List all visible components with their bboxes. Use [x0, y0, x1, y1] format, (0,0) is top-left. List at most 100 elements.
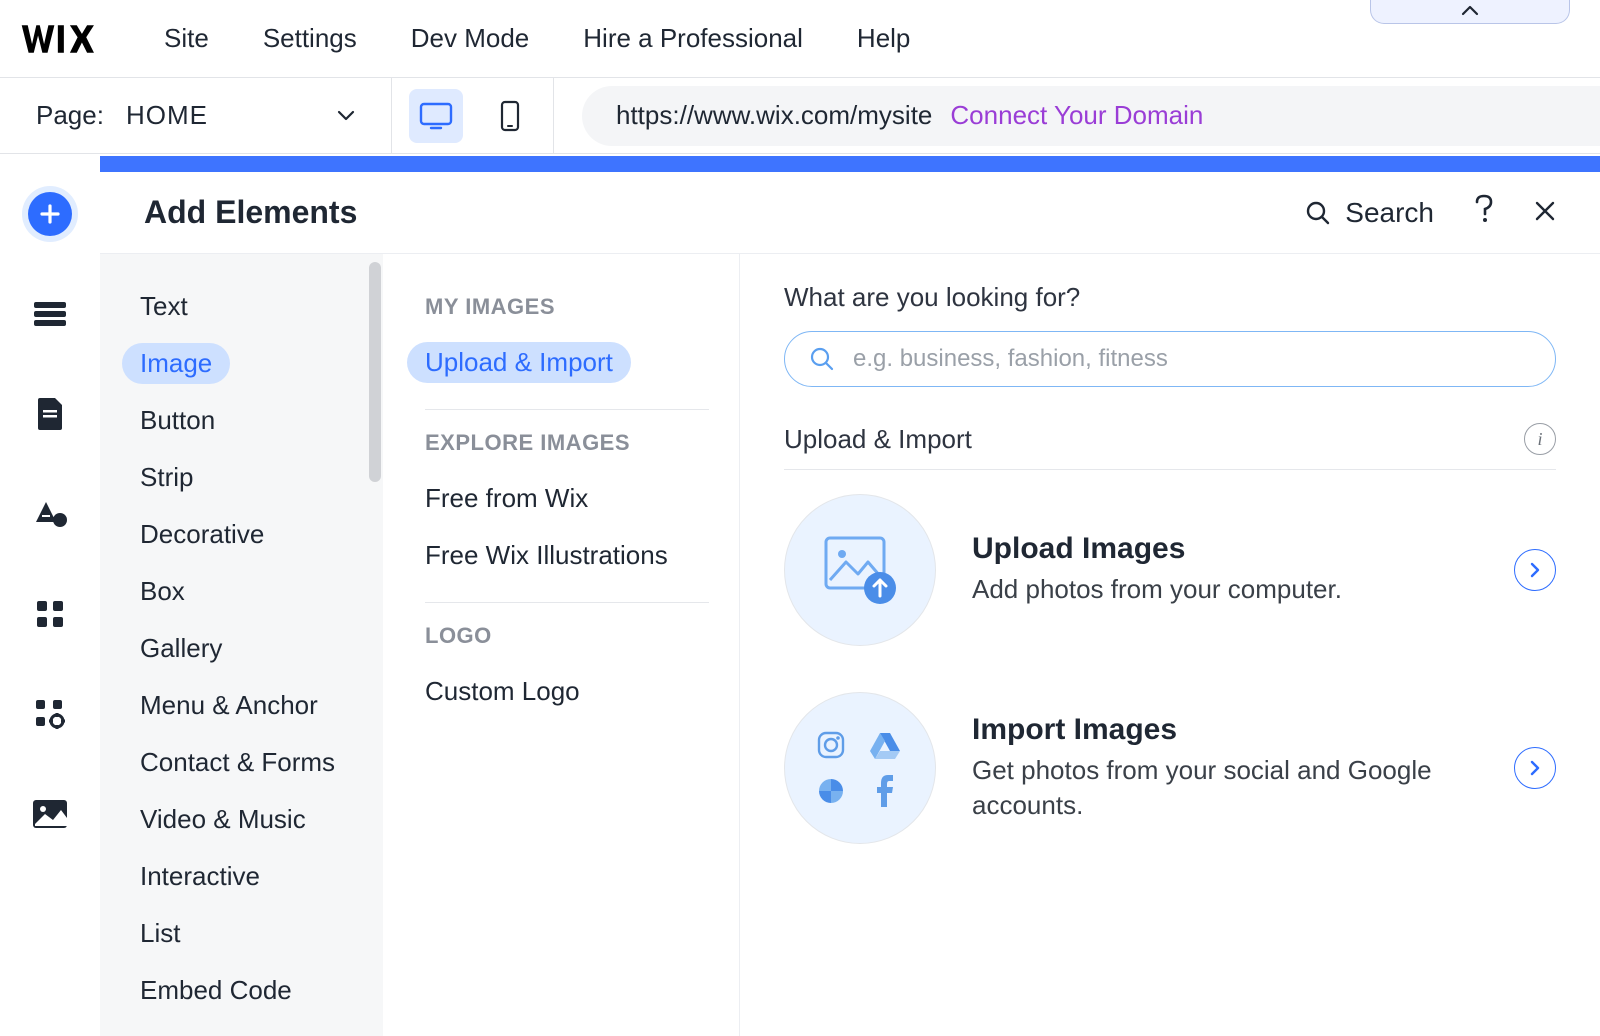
menu-item-hire-professional[interactable]: Hire a Professional — [583, 23, 803, 54]
search-icon — [1305, 200, 1331, 226]
panel-header: Add Elements Search — [100, 172, 1600, 254]
option-text: Import Images Get photos from your socia… — [972, 713, 1478, 823]
upload-images-illustration — [784, 494, 936, 646]
panel-header-actions: Search — [1305, 194, 1556, 231]
import-images-option[interactable]: Import Images Get photos from your socia… — [784, 692, 1556, 844]
page-selector[interactable]: Page: HOME — [0, 78, 392, 153]
close-icon — [1534, 200, 1556, 222]
section-free-from-wix[interactable]: Free from Wix — [425, 470, 709, 527]
category-interactive[interactable]: Interactive — [100, 848, 383, 905]
scrollbar-thumb[interactable] — [369, 262, 381, 482]
collapse-toolbar-button[interactable] — [1370, 0, 1570, 24]
business-tool[interactable] — [22, 686, 78, 742]
categories-column: Text Image Button Strip Decorative Box G… — [100, 254, 383, 1036]
image-search-field[interactable] — [784, 331, 1556, 387]
category-list[interactable]: List — [100, 905, 383, 962]
apps-tool[interactable] — [22, 586, 78, 642]
left-tool-rail — [0, 156, 100, 1036]
info-button[interactable]: i — [1524, 423, 1556, 455]
current-page-name: HOME — [126, 100, 337, 131]
sub-toolbar: Page: HOME https://www.wix.com/mysite Co… — [0, 78, 1600, 154]
section-header-my-images: MY IMAGES — [425, 294, 709, 320]
url-bar: https://www.wix.com/mysite Connect Your … — [582, 86, 1600, 146]
category-image[interactable]: Image — [100, 335, 383, 392]
site-url: https://www.wix.com/mysite — [616, 100, 932, 131]
upload-images-option[interactable]: Upload Images Add photos from your compu… — [784, 494, 1556, 646]
top-menu-bar: Site Settings Dev Mode Hire a Profession… — [0, 0, 1600, 78]
section-custom-logo[interactable]: Custom Logo — [425, 663, 709, 720]
media-icon — [31, 798, 69, 830]
divider — [425, 409, 709, 410]
mobile-view-button[interactable] — [483, 89, 537, 143]
design-tool[interactable] — [22, 486, 78, 542]
divider — [425, 602, 709, 603]
option-text: Upload Images Add photos from your compu… — [972, 532, 1478, 607]
category-contact-forms[interactable]: Contact & Forms — [100, 734, 383, 791]
search-prompt: What are you looking for? — [784, 282, 1556, 313]
category-embed-code[interactable]: Embed Code — [100, 962, 383, 1019]
facebook-icon — [867, 773, 903, 809]
panel-body: Text Image Button Strip Decorative Box G… — [100, 254, 1600, 1036]
image-search-input[interactable] — [853, 345, 1531, 373]
connect-domain-link[interactable]: Connect Your Domain — [950, 100, 1203, 131]
menu-item-dev-mode[interactable]: Dev Mode — [411, 23, 530, 54]
section-icon — [32, 300, 68, 328]
option-title: Upload Images — [972, 532, 1478, 566]
category-box[interactable]: Box — [100, 563, 383, 620]
category-decorative[interactable]: Decorative — [100, 506, 383, 563]
question-icon — [1474, 194, 1494, 224]
page-label: Page: — [36, 100, 104, 131]
chevron-right-icon — [1529, 759, 1541, 777]
apps-icon — [34, 598, 66, 630]
desktop-view-button[interactable] — [409, 89, 463, 143]
sections-tool[interactable] — [22, 286, 78, 342]
upload-images-go-button[interactable] — [1514, 549, 1556, 591]
mobile-icon — [500, 100, 520, 132]
category-social[interactable]: Social — [100, 1019, 383, 1036]
chevron-down-icon — [337, 105, 355, 126]
main-menu: Site Settings Dev Mode Hire a Profession… — [164, 23, 910, 54]
category-menu-anchor[interactable]: Menu & Anchor — [100, 677, 383, 734]
option-desc: Add photos from your computer. — [972, 572, 1478, 607]
google-drive-icon — [867, 727, 903, 763]
import-images-go-button[interactable] — [1514, 747, 1556, 789]
search-icon — [809, 346, 835, 372]
desktop-icon — [419, 102, 453, 130]
category-button[interactable]: Button — [100, 392, 383, 449]
section-column: MY IMAGES Upload & Import EXPLORE IMAGES… — [383, 254, 740, 1036]
panel-search-button[interactable]: Search — [1305, 197, 1434, 229]
chevron-up-icon — [1461, 5, 1479, 17]
settings-puzzle-icon — [33, 697, 67, 731]
content-section-header: Upload & Import i — [784, 423, 1556, 470]
content-column: What are you looking for? Upload & Impor… — [740, 254, 1600, 1036]
add-elements-panel: Add Elements Search Text Image Button St… — [100, 172, 1600, 1036]
google-photos-icon — [813, 773, 849, 809]
import-images-illustration — [784, 692, 936, 844]
section-free-wix-illustrations[interactable]: Free Wix Illustrations — [425, 527, 709, 584]
content-section-title: Upload & Import — [784, 424, 1524, 455]
menu-item-settings[interactable]: Settings — [263, 23, 357, 54]
category-gallery[interactable]: Gallery — [100, 620, 383, 677]
menu-item-site[interactable]: Site — [164, 23, 209, 54]
add-elements-tool[interactable] — [22, 186, 78, 242]
section-header-explore-images: EXPLORE IMAGES — [425, 430, 709, 456]
pages-tool[interactable] — [22, 386, 78, 442]
chevron-right-icon — [1529, 561, 1541, 579]
device-toggle — [392, 78, 554, 153]
menu-item-help[interactable]: Help — [857, 23, 910, 54]
help-button[interactable] — [1474, 194, 1494, 231]
design-icon — [32, 498, 68, 530]
page-icon — [35, 396, 65, 432]
option-title: Import Images — [972, 713, 1478, 747]
section-upload-import[interactable]: Upload & Import — [425, 334, 709, 391]
close-button[interactable] — [1534, 197, 1556, 229]
category-strip[interactable]: Strip — [100, 449, 383, 506]
instagram-icon — [813, 727, 849, 763]
image-upload-icon — [820, 532, 900, 608]
plus-icon — [39, 203, 61, 225]
search-label: Search — [1345, 197, 1434, 229]
wix-logo — [20, 20, 106, 58]
category-video-music[interactable]: Video & Music — [100, 791, 383, 848]
category-text[interactable]: Text — [100, 278, 383, 335]
media-tool[interactable] — [22, 786, 78, 842]
